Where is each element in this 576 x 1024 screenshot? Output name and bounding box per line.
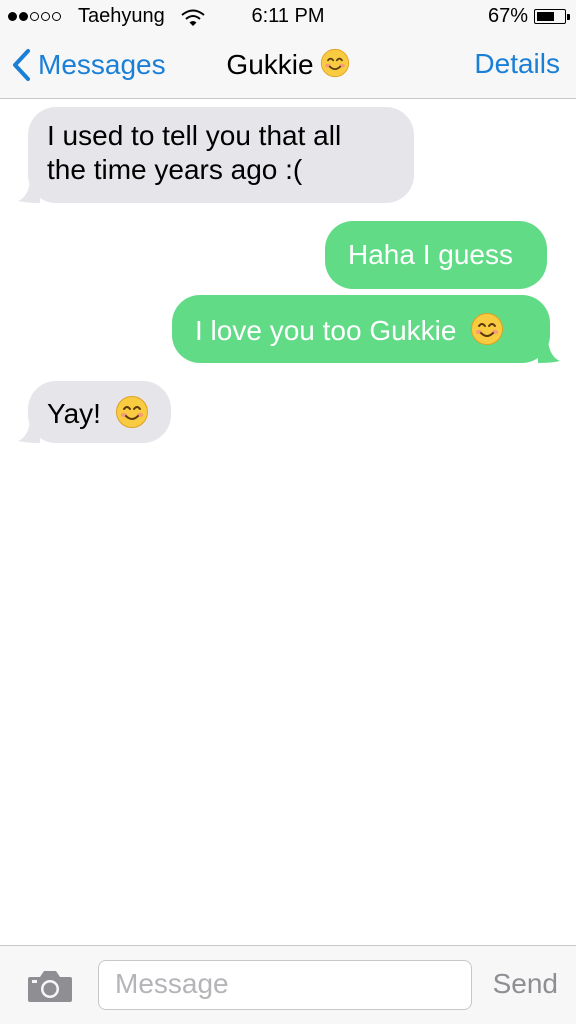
incoming-message-bubble[interactable]: I used to tell you that all the time yea… — [18, 107, 414, 203]
bubble-tail — [18, 181, 40, 203]
send-button[interactable]: Send — [493, 968, 558, 1000]
message-input[interactable] — [99, 961, 471, 1007]
status-bar: Taehyung 6:11 PM 67% — [0, 0, 576, 34]
message-text: Yay! — [47, 398, 101, 429]
message-text: Haha I guess — [348, 239, 513, 270]
details-button[interactable]: Details — [474, 48, 560, 80]
message-text: I love you too Gukkie — [195, 315, 457, 346]
smiling-face-emoji-icon — [115, 396, 148, 428]
bubble-tail — [538, 341, 560, 363]
camera-icon[interactable] — [26, 968, 74, 1004]
incoming-message-bubble[interactable]: Yay! — [18, 381, 171, 443]
smiling-face-emoji-icon — [320, 48, 349, 78]
smiling-face-emoji-icon — [471, 313, 504, 345]
battery-percentage: 67% — [487, 5, 528, 27]
outgoing-message-bubble[interactable]: Haha I guess — [325, 221, 547, 289]
message-field[interactable] — [98, 960, 472, 1010]
message-text-line: the time years ago :( — [47, 154, 303, 185]
battery-icon — [534, 9, 570, 24]
message-text-line: I used to tell you that all — [47, 120, 342, 151]
message-input-bar: Send — [0, 945, 576, 1024]
contact-name: Gukkie — [226, 49, 314, 80]
bubble-tail — [18, 421, 40, 443]
outgoing-message-bubble[interactable]: I love you too Gukkie — [172, 295, 560, 363]
navigation-bar: Messages Gukkie Details — [0, 34, 576, 99]
